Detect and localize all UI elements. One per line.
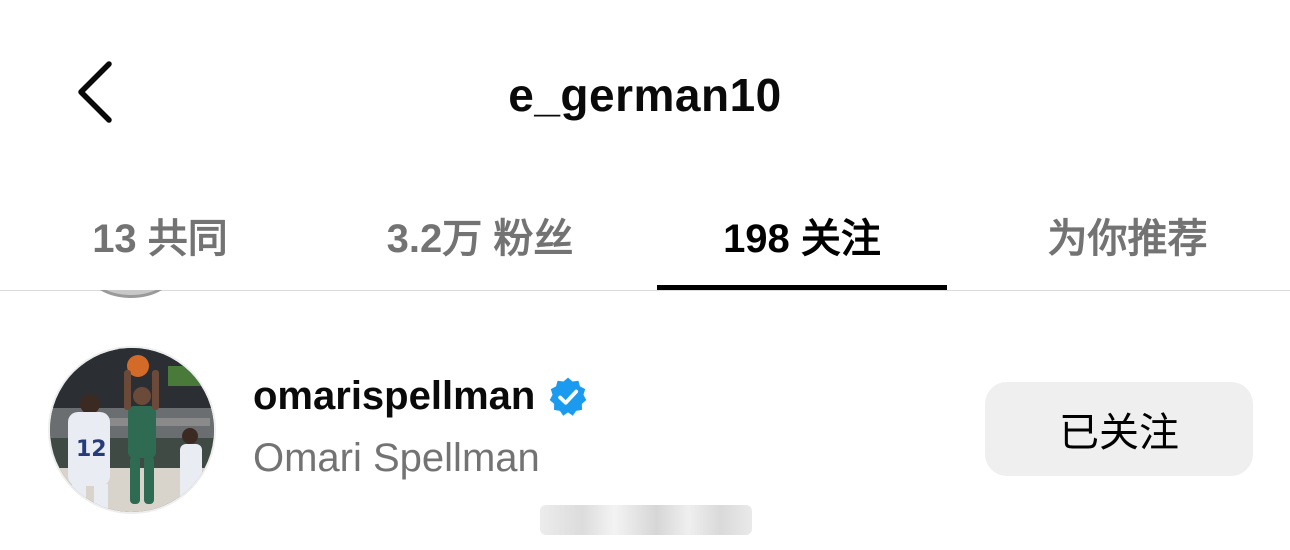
tab-suggested[interactable]: 为你推荐 (985, 180, 1270, 290)
svg-text:12: 12 (76, 437, 107, 462)
avatar[interactable]: 12 (48, 346, 216, 514)
active-tab-indicator (657, 285, 947, 290)
tab-mutual[interactable]: 13 共同 (20, 180, 300, 290)
tab-label: 3.2万 粉丝 (386, 217, 574, 261)
top-bar: e_german10 (0, 0, 1290, 180)
tab-label: 为你推荐 (1047, 217, 1208, 261)
list-item[interactable]: 12 omarispellman Omari Spellman 已关注 (0, 330, 1290, 530)
username-line: omarispellman (253, 374, 589, 419)
tab-bar: 13 共同 3.2万 粉丝 198 关注 为你推荐 (0, 180, 1290, 291)
tab-label: 198 关注 (723, 217, 881, 261)
verified-badge-icon (550, 377, 587, 416)
page-title: e_german10 (508, 69, 782, 121)
full-name: Omari Spellman (253, 436, 540, 480)
username[interactable]: omarispellman (253, 374, 535, 419)
following-button[interactable]: 已关注 (985, 382, 1253, 476)
tab-following[interactable]: 198 关注 (657, 180, 947, 290)
tab-label: 13 共同 (92, 217, 228, 261)
home-indicator (540, 505, 752, 535)
avatar-photo: 12 (50, 348, 214, 512)
following-button-label: 已关注 (1059, 411, 1179, 455)
tab-followers[interactable]: 3.2万 粉丝 (340, 180, 620, 290)
